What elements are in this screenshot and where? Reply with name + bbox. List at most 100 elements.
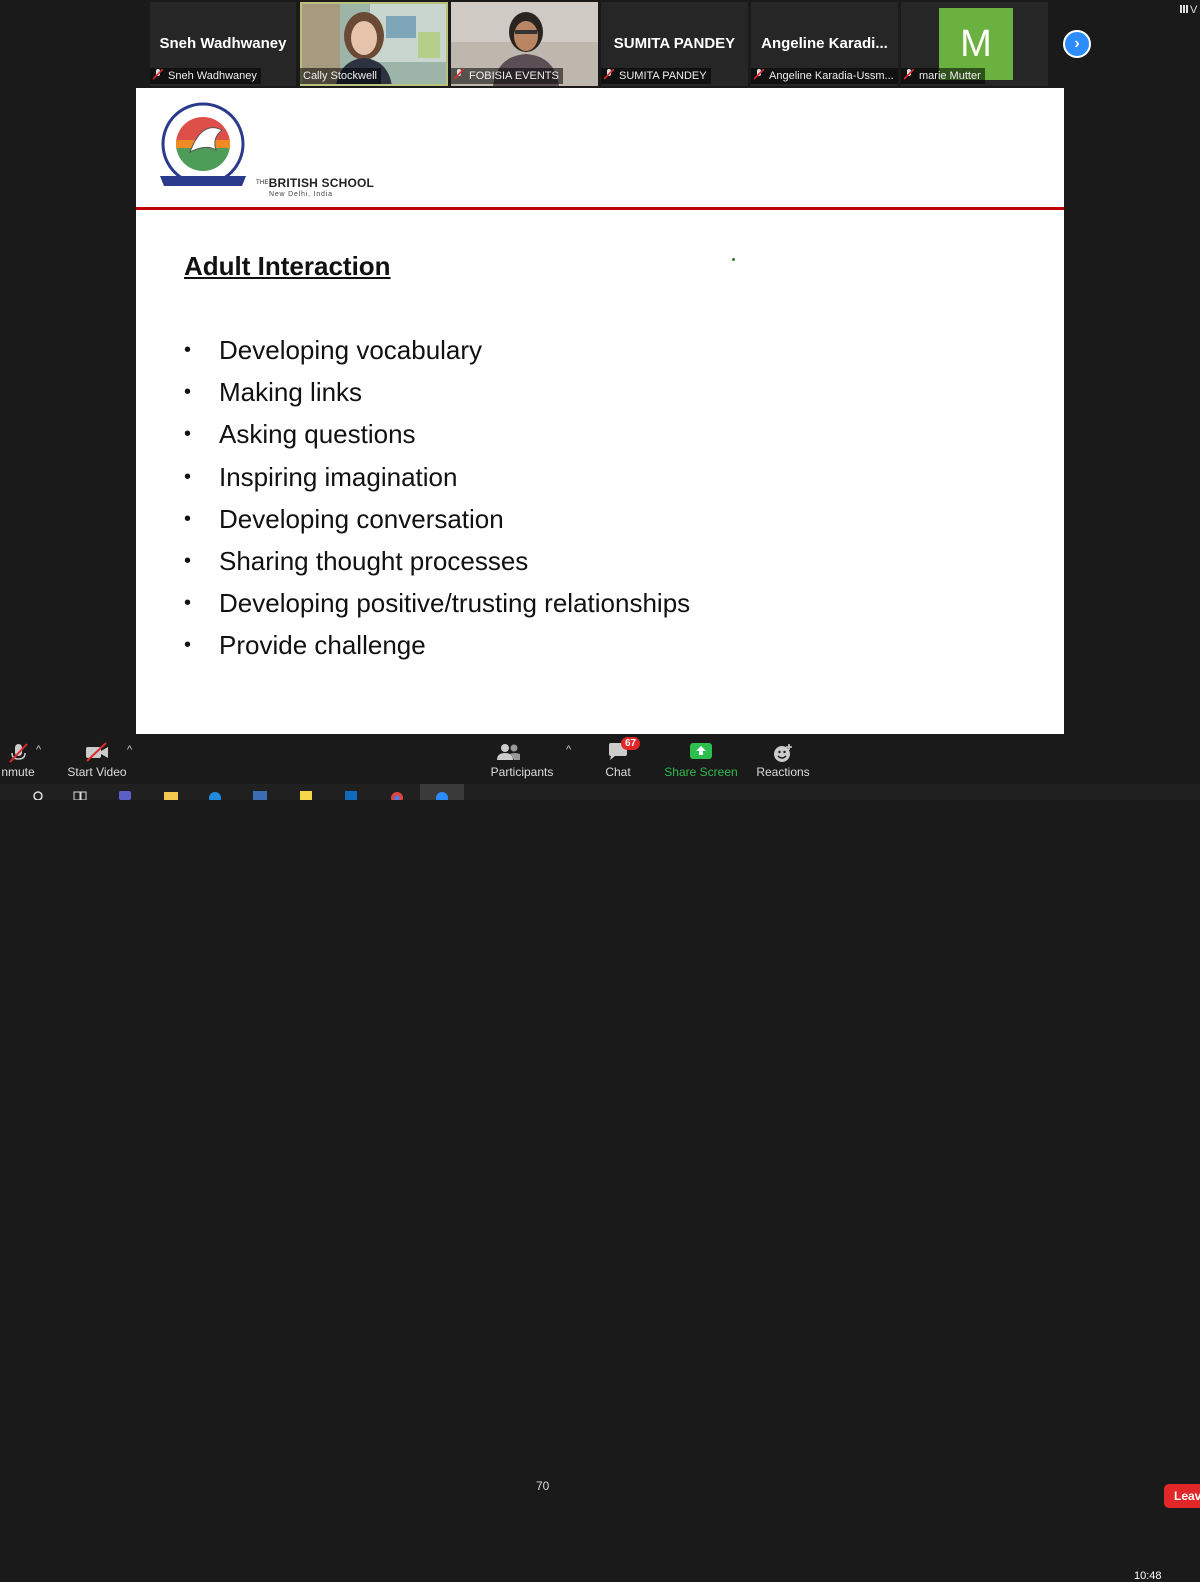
share-screen-label: Share Screen — [664, 765, 738, 779]
bullet-text: Making links — [219, 377, 363, 408]
school-prefix: THE — [256, 180, 269, 186]
reactions-button[interactable]: Reactions — [754, 736, 812, 784]
chrome-icon[interactable] — [389, 788, 405, 800]
participant-tag-label: SUMITA PANDEY — [619, 70, 707, 82]
bullet-marker: • — [184, 465, 192, 488]
bullet-text: Developing vocabulary — [219, 335, 483, 365]
next-page-button[interactable]: › — [1063, 30, 1091, 58]
slide-title: Adult Interaction — [184, 251, 391, 281]
chevron-right-icon: › — [1074, 35, 1080, 52]
bullet-text: Provide challenge — [219, 630, 426, 661]
outlook-icon[interactable] — [343, 788, 359, 800]
bullet-item: • Inspiring imagination — [184, 461, 690, 503]
participant-name: Sneh Wadhwaney — [159, 35, 287, 52]
participants-icon — [497, 744, 521, 760]
participant-tile-sneh[interactable]: Sneh Wadhwaney Sneh Wadhwaney — [150, 2, 296, 86]
participant-tag: Cally Stockwell — [300, 68, 381, 84]
bullet-item: • Sharing thought processes — [184, 545, 690, 587]
bullet-text: Inspiring imagination — [219, 461, 458, 492]
school-name: THEBRITISH SCHOOL — [256, 176, 374, 190]
school-name-text: BRITISH SCHOOL — [268, 176, 375, 190]
clock: 10:48 — [1134, 1570, 1162, 1582]
participant-tile-sumita[interactable]: SUMITA PANDEY SUMITA PANDEY — [601, 2, 748, 86]
mic-muted-icon — [604, 69, 614, 80]
bullet-marker: • — [184, 423, 192, 446]
mic-muted-icon — [9, 743, 28, 763]
school-subtitle: New Delhi, India — [269, 191, 333, 198]
reactions-icon — [774, 744, 792, 762]
participant-tag-label: Sneh Wadhwaney — [168, 70, 257, 82]
participant-tag: marie Mutter — [901, 68, 985, 84]
participant-tile-angeline[interactable]: Angeline Karadi... Angeline Karadia-Ussm… — [751, 2, 898, 86]
shared-slide: THEBRITISH SCHOOL New Delhi, India Adult… — [136, 88, 1064, 734]
participant-tile-cally[interactable]: Cally Stockwell — [300, 2, 448, 86]
participant-name: SUMITA PANDEY — [613, 35, 736, 52]
participant-tag: Sneh Wadhwaney — [150, 68, 261, 84]
bullet-item: • Asking questions — [184, 418, 690, 460]
active-app-highlight — [420, 784, 464, 800]
unmute-button[interactable]: nmute — [0, 736, 40, 784]
participant-name: Angeline Karadi... — [761, 35, 888, 52]
search-icon[interactable] — [30, 788, 46, 800]
start-video-label: Start Video — [67, 765, 127, 779]
edge-icon[interactable] — [207, 788, 223, 800]
participant-tag: FOBISIA EVENTS — [451, 68, 563, 84]
bullet-text: Developing positive/trusting relationshi… — [219, 588, 691, 619]
participants-label: Participants — [490, 765, 554, 779]
bullet-marker: • — [184, 634, 192, 657]
bullet-item: • Provide challenge — [184, 629, 690, 671]
bullet-text: Sharing thought processes — [219, 545, 529, 576]
bullet-marker: • — [184, 381, 192, 404]
participants-button[interactable]: Participants — [490, 736, 554, 784]
grid-icon — [1180, 5, 1188, 13]
slide-header: THEBRITISH SCHOOL New Delhi, India — [136, 88, 1064, 208]
meeting-toolbar: nmute ^ Start Video ^ Participants 70 ^ … — [0, 736, 1200, 1508]
chat-label: Chat — [605, 765, 631, 779]
participant-tag-label: FOBISIA EVENTS — [469, 70, 559, 82]
bullet-item: • Developing positive/trusting relationsh… — [184, 587, 690, 629]
bullet-marker: • — [184, 507, 192, 530]
app-icon[interactable] — [252, 788, 268, 800]
participants-count: 70 — [536, 1479, 550, 1493]
reactions-label: Reactions — [756, 765, 810, 779]
share-screen-icon — [690, 743, 712, 759]
teams-icon[interactable] — [117, 788, 133, 800]
mic-muted-icon — [904, 69, 914, 80]
audio-options-caret[interactable]: ^ — [36, 744, 41, 756]
sticky-notes-icon[interactable] — [298, 788, 314, 800]
participant-tag-label: Cally Stockwell — [303, 70, 377, 82]
laser-pointer-dot — [732, 258, 735, 261]
participant-tag-label: Angeline Karadia-Ussm... — [769, 70, 894, 82]
unmute-label: nmute — [1, 765, 35, 779]
participants-options-caret[interactable]: ^ — [566, 744, 571, 756]
participant-strip: Sneh Wadhwaney Sneh Wadhwaney Cally Stoc… — [0, 0, 1200, 88]
task-view-icon[interactable] — [72, 788, 88, 800]
school-logo — [160, 102, 246, 186]
view-button[interactable]: V — [1180, 4, 1197, 16]
bullet-list: • Developing vocabulary • Making links • Aski… — [184, 334, 690, 672]
mic-muted-icon — [153, 69, 163, 80]
mic-muted-icon — [454, 69, 464, 80]
participant-tile-marie[interactable]: M marie Mutter — [901, 2, 1048, 86]
header-divider — [136, 207, 1064, 210]
bullet-item: • Developing conversation — [184, 503, 690, 545]
mic-muted-icon — [754, 69, 764, 80]
bullet-text: Asking questions — [219, 419, 416, 450]
bullet-marker: • — [184, 592, 192, 615]
participant-tag: SUMITA PANDEY — [601, 68, 711, 84]
start-video-button[interactable]: Start Video — [64, 736, 130, 784]
bullet-item: • Developing vocabulary — [184, 334, 690, 376]
bullet-text: Developing conversation — [219, 503, 504, 534]
zoom-icon[interactable] — [434, 788, 450, 800]
leave-button[interactable]: Leav — [1164, 1484, 1200, 1508]
participant-tag-label: marie Mutter — [919, 70, 981, 82]
video-options-caret[interactable]: ^ — [127, 744, 132, 756]
view-label: V — [1190, 4, 1198, 16]
share-screen-button[interactable]: Share Screen — [664, 736, 738, 784]
file-explorer-icon[interactable] — [163, 788, 179, 800]
bullet-marker: • — [184, 339, 192, 361]
bullet-item: • Making links — [184, 376, 690, 418]
bullet-marker: • — [184, 549, 192, 572]
participant-tag: Angeline Karadia-Ussm... — [751, 68, 898, 84]
participant-tile-fobisia[interactable]: FOBISIA EVENTS — [451, 2, 598, 86]
